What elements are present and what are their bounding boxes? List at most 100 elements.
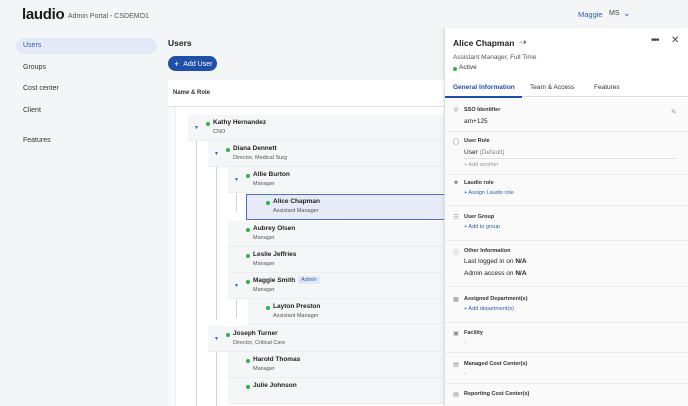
- top-bar: laudio Admin Portal - CSDEMO1 Maggie MS …: [0, 0, 688, 30]
- user-title: Manager: [253, 261, 275, 267]
- sidebar-item-features[interactable]: Features: [16, 133, 157, 149]
- table-row[interactable]: Leslie Jeffries Manager: [228, 247, 448, 273]
- chevron-down-icon[interactable]: ▼: [214, 151, 219, 157]
- admin-badge: Admin: [298, 276, 320, 284]
- divider: [445, 383, 688, 384]
- table-row[interactable]: Harold Thomas Manager: [228, 352, 448, 378]
- role-input-underline: [464, 158, 676, 159]
- tree-connector: [216, 345, 217, 406]
- tree-connector: [196, 134, 197, 406]
- chevron-down-icon[interactable]: ▼: [234, 283, 239, 289]
- user-name: Joseph Turner: [233, 330, 278, 337]
- page-title: Users: [168, 38, 192, 48]
- add-department-link[interactable]: + Add department(s): [464, 306, 514, 312]
- divider: [445, 205, 688, 206]
- sidebar-item-client[interactable]: Client: [16, 103, 157, 119]
- user-title: Assistant Manager: [273, 208, 319, 214]
- user-detail-panel: Alice Chapman ⇢ ••• ✕ Assistant Manager,…: [444, 28, 688, 406]
- sidebar-item-cost-center[interactable]: Cost center: [16, 81, 157, 97]
- sidebar-item-users[interactable]: Users: [16, 38, 157, 54]
- laudio-role-label: Laudio role: [464, 180, 494, 186]
- status-dot: [226, 333, 230, 337]
- status-dot: [266, 306, 270, 310]
- user-title: Manager: [253, 366, 275, 372]
- chevron-down-icon[interactable]: ⌄: [623, 8, 631, 19]
- chevron-down-icon[interactable]: ▼: [214, 336, 219, 342]
- status-dot: [246, 254, 250, 258]
- user-menu-name[interactable]: Maggie: [578, 10, 603, 19]
- table-row-selected[interactable]: Alice Chapman Assistant Manager: [246, 194, 448, 220]
- divider: [445, 131, 688, 132]
- assign-laudio-role-link[interactable]: + Assign Laudio role: [464, 190, 514, 196]
- status-dot: [246, 385, 250, 389]
- user-name: Alice Chapman: [273, 198, 320, 205]
- sidebar: Users Groups Cost center Client Features: [0, 30, 165, 406]
- reporting-cc-label: Reporting Cost Center(s): [464, 391, 530, 397]
- department-icon: ▦: [453, 297, 459, 303]
- edit-icon[interactable]: ✎: [671, 108, 676, 116]
- sidebar-item-groups[interactable]: Groups: [16, 60, 157, 76]
- cost-center-icon: ▤: [453, 362, 459, 368]
- tab-team-access[interactable]: Team & Access: [530, 84, 574, 91]
- group-icon: ☶: [453, 215, 459, 221]
- last-logged-in: Last logged in on N/A: [464, 258, 527, 265]
- status-dot: [453, 67, 457, 71]
- chevron-down-icon[interactable]: ▼: [234, 177, 239, 183]
- divider: [445, 240, 688, 241]
- plus-icon: +: [174, 58, 180, 69]
- users-tree-grid: Name & Role ▼ Kathy Hernandez CNO ▼ Dian…: [168, 80, 448, 406]
- general-information-body: ⚲ SSO Identifier am+125 ✎ ◯ User Role Us…: [445, 98, 688, 406]
- detail-user-name: Alice Chapman: [453, 38, 515, 48]
- chevron-down-icon[interactable]: ▼: [194, 125, 199, 131]
- user-name: Leslie Jeffries: [253, 251, 297, 258]
- assigned-dept-label: Assigned Department(s): [464, 296, 528, 302]
- key-icon: ⚲: [453, 108, 459, 114]
- brand-logo: laudio: [22, 6, 65, 23]
- sso-value: am+125: [464, 118, 488, 125]
- user-title: Assistant Manager: [273, 313, 319, 319]
- other-info-label: Other Information: [464, 248, 511, 254]
- more-options-icon[interactable]: •••: [651, 35, 659, 46]
- table-row[interactable]: ▼ Maggie Smith Admin Manager: [228, 273, 448, 299]
- table-row[interactable]: ▼ Allie Burton Manager: [228, 167, 448, 193]
- status-dot: [246, 228, 250, 232]
- user-initials[interactable]: MS: [609, 10, 620, 17]
- facility-value: -: [464, 340, 466, 346]
- add-another-role-link[interactable]: + Add another: [464, 162, 498, 168]
- user-name: Aubrey Olsen: [253, 225, 296, 232]
- divider: [445, 322, 688, 323]
- grid-header: Name & Role: [168, 80, 448, 107]
- user-role-value[interactable]: User (Default): [464, 149, 504, 156]
- status-dot: [206, 122, 210, 126]
- status-dot: [246, 174, 250, 178]
- close-icon[interactable]: ✕: [671, 35, 679, 46]
- table-row[interactable]: Aubrey Olsen Manager: [228, 221, 448, 247]
- grid-gutter: [168, 107, 176, 406]
- table-row[interactable]: Julie Johnson: [228, 378, 448, 404]
- user-title: Director, Medical Surg: [233, 155, 288, 161]
- managed-cc-value: -: [464, 371, 466, 377]
- column-header-name-role[interactable]: Name & Role: [173, 90, 210, 96]
- user-title: Director, Critical Care: [233, 340, 286, 346]
- user-name: Harold Thomas: [253, 356, 301, 363]
- add-user-button[interactable]: + Add User: [168, 56, 217, 71]
- tree-connector: [216, 160, 217, 320]
- table-row[interactable]: ▼ Kathy Hernandez CNO: [188, 115, 448, 141]
- user-title: CNO: [213, 129, 226, 135]
- person-icon: ☻: [452, 180, 460, 186]
- tab-features[interactable]: Features: [594, 84, 620, 91]
- tab-general-information[interactable]: General Information: [453, 84, 515, 91]
- divider: [445, 286, 688, 287]
- user-title: Manager: [253, 235, 275, 241]
- divider: [445, 174, 688, 175]
- table-row[interactable]: ▼ Diana Dennett Director, Medical Surg: [208, 141, 448, 167]
- impersonate-icon[interactable]: ⇢: [519, 37, 527, 48]
- status-dot: [246, 280, 250, 284]
- table-row[interactable]: ▼ Joseph Turner Director, Critical Care: [208, 326, 448, 352]
- table-row[interactable]: Layton Preston Assistant Manager: [248, 299, 448, 325]
- status-dot: [266, 201, 270, 205]
- user-title: Manager: [253, 287, 275, 293]
- add-to-group-link[interactable]: + Add to group: [464, 224, 500, 230]
- user-name: Kathy Hernandez: [213, 119, 267, 126]
- user-title: Manager: [253, 181, 275, 187]
